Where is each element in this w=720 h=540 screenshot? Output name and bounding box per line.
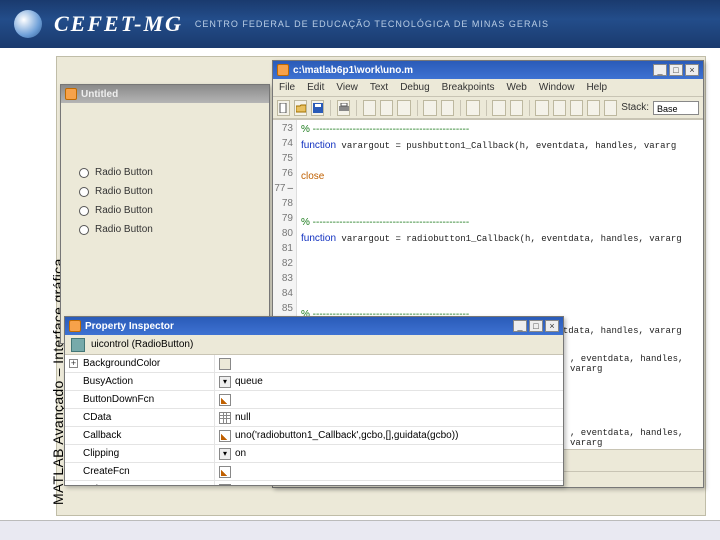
property-name: ButtonDownFcn: [83, 394, 154, 405]
property-name: DeleteFcn: [83, 484, 129, 485]
brand-text: CEFET-MG: [54, 11, 183, 37]
edit-pencil-icon[interactable]: [219, 430, 231, 442]
property-row[interactable]: + BackgroundColor: [65, 355, 563, 373]
property-value[interactable]: on: [235, 448, 246, 459]
radio-icon: [79, 187, 89, 197]
inspector-icon: [69, 320, 81, 332]
property-name: BusyAction: [83, 376, 133, 387]
property-row[interactable]: DeleteFcn: [65, 481, 563, 485]
uicontrol-icon: [71, 338, 85, 352]
step-in-icon[interactable]: [553, 100, 566, 116]
menu-item[interactable]: File: [279, 82, 295, 93]
undo-icon[interactable]: [423, 100, 436, 116]
print-icon[interactable]: [337, 100, 350, 116]
stack-label: Stack:: [621, 102, 649, 113]
property-grid: + BackgroundColor BusyAction ▾ queue ButtonDo…: [65, 355, 563, 485]
radio-option[interactable]: Radio Button: [79, 167, 261, 178]
matrix-icon[interactable]: [219, 412, 231, 424]
stop-icon[interactable]: [604, 100, 617, 116]
editor-title: c:\matlab6p1\work\uno.m: [293, 65, 649, 76]
slide-header: CEFET-MG CENTRO FEDERAL DE EDUCAÇÃO TECN…: [0, 0, 720, 48]
radio-icon: [79, 168, 89, 178]
brand-subtitle: CENTRO FEDERAL DE EDUCAÇÃO TECNOLÓGICA D…: [195, 19, 549, 29]
property-row[interactable]: CreateFcn: [65, 463, 563, 481]
redo-icon[interactable]: [441, 100, 454, 116]
editor-titlebar[interactable]: c:\matlab6p1\work\uno.m _ □ ×: [273, 61, 703, 79]
code-overflow: , eventdata, handles, vararg: [570, 354, 720, 374]
find-icon[interactable]: [466, 100, 479, 116]
property-name: CData: [83, 412, 111, 423]
menu-item[interactable]: Web: [506, 82, 526, 93]
property-row[interactable]: Callback uno('radiobutton1_Callback',gcbo…: [65, 427, 563, 445]
new-file-icon[interactable]: [277, 100, 290, 116]
guide-figure-window: Untitled Radio Button Radio Button Radio…: [60, 84, 270, 344]
copy-icon[interactable]: [380, 100, 393, 116]
radio-button-group: Radio Button Radio Button Radio Button R…: [69, 167, 261, 235]
edit-pencil-icon[interactable]: [219, 394, 231, 406]
code-overflow: , eventdata, handles, vararg: [570, 428, 720, 448]
figure-icon: [65, 88, 77, 100]
edit-pencil-icon[interactable]: [219, 484, 231, 486]
radio-option[interactable]: Radio Button: [79, 224, 261, 235]
menu-item[interactable]: Window: [539, 82, 575, 93]
close-icon[interactable]: ×: [685, 64, 699, 76]
radio-option[interactable]: Radio Button: [79, 205, 261, 216]
paste-icon[interactable]: [397, 100, 410, 116]
expand-icon[interactable]: +: [69, 359, 78, 368]
radio-icon: [79, 206, 89, 216]
property-name: CreateFcn: [83, 466, 130, 477]
inspector-object-caption: uicontrol (RadioButton): [65, 335, 563, 355]
property-row[interactable]: CData null: [65, 409, 563, 427]
cut-icon[interactable]: [363, 100, 376, 116]
edit-pencil-icon[interactable]: [219, 466, 231, 478]
inspector-titlebar[interactable]: Property Inspector _ □ ×: [65, 317, 563, 335]
menu-item[interactable]: View: [336, 82, 358, 93]
radio-option[interactable]: Radio Button: [79, 186, 261, 197]
menu-item[interactable]: Edit: [307, 82, 324, 93]
property-value[interactable]: null: [235, 412, 251, 423]
minimize-icon[interactable]: _: [513, 320, 527, 332]
breakpoint-set-icon[interactable]: [492, 100, 505, 116]
property-row[interactable]: Clipping ▾ on: [65, 445, 563, 463]
close-icon[interactable]: ×: [545, 320, 559, 332]
slide-footer: [0, 520, 720, 540]
property-name: Callback: [83, 430, 121, 441]
property-row[interactable]: BusyAction ▾ queue: [65, 373, 563, 391]
property-name: Clipping: [83, 448, 119, 459]
save-icon[interactable]: [311, 100, 324, 116]
minimize-icon[interactable]: _: [653, 64, 667, 76]
inspector-title: Property Inspector: [85, 321, 509, 332]
cefet-logo-icon: [14, 10, 42, 38]
property-value[interactable]: uno('radiobutton1_Callback',gcbo,[],guid…: [235, 430, 458, 441]
menu-item[interactable]: Text: [370, 82, 388, 93]
editor-icon: [277, 64, 289, 76]
open-file-icon[interactable]: [294, 100, 307, 116]
dropdown-icon[interactable]: ▾: [219, 448, 231, 460]
property-inspector-window: Property Inspector _ □ × uicontrol (Radi…: [64, 316, 564, 486]
menu-item[interactable]: Debug: [400, 82, 429, 93]
property-name: BackgroundColor: [83, 358, 160, 369]
dropdown-icon[interactable]: ▾: [219, 376, 231, 388]
figure-titlebar[interactable]: Untitled: [61, 85, 269, 103]
property-value[interactable]: queue: [235, 376, 263, 387]
figure-title: Untitled: [81, 89, 265, 100]
stack-dropdown[interactable]: Base: [653, 101, 699, 115]
menu-item[interactable]: Breakpoints: [442, 82, 495, 93]
radio-icon: [79, 225, 89, 235]
step-icon[interactable]: [535, 100, 548, 116]
maximize-icon[interactable]: □: [669, 64, 683, 76]
color-swatch-icon[interactable]: [219, 358, 231, 370]
step-out-icon[interactable]: [570, 100, 583, 116]
continue-icon[interactable]: [587, 100, 600, 116]
maximize-icon[interactable]: □: [529, 320, 543, 332]
breakpoint-clear-icon[interactable]: [510, 100, 523, 116]
editor-toolbar: Stack: Base: [273, 97, 703, 119]
property-row[interactable]: ButtonDownFcn: [65, 391, 563, 409]
editor-menubar: File Edit View Text Debug Breakpoints We…: [273, 79, 703, 97]
menu-item[interactable]: Help: [586, 82, 607, 93]
